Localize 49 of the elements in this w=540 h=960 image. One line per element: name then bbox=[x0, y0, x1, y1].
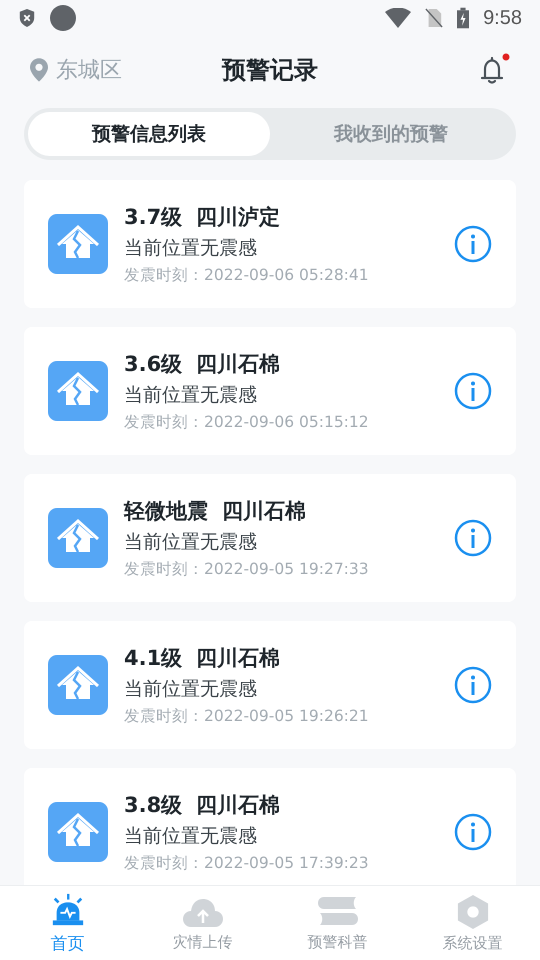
location-name: 四川石棉 bbox=[196, 644, 280, 672]
info-icon[interactable] bbox=[454, 519, 492, 557]
tab[interactable]: 预警信息列表 bbox=[28, 112, 270, 156]
cracked-house-icon bbox=[48, 361, 108, 421]
quake-time: 发震时刻：2022-09-05 19:26:21 bbox=[124, 706, 370, 726]
record-card[interactable]: 3.6级 四川石棉 当前位置无震感 发震时刻：2022-09-06 05:15:12 bbox=[24, 327, 516, 455]
quake-time: 发震时刻：2022-09-05 19:27:33 bbox=[124, 558, 370, 580]
no-sim-icon bbox=[425, 8, 444, 28]
magnitude-label: 3.6级 bbox=[124, 350, 182, 378]
status-time: 9:58 bbox=[483, 6, 522, 30]
info-icon[interactable] bbox=[454, 372, 492, 410]
record-card[interactable]: 轻微地震 四川石棉 当前位置无震感 发震时刻：2022-09-05 19:27:33 bbox=[24, 474, 516, 602]
magnitude-label: 3.7级 bbox=[124, 204, 182, 230]
location-name: 四川石棉 bbox=[196, 350, 280, 378]
record-card[interactable]: 3.7级 四川泸定 当前位置无震感 发震时刻：2022-09-06 05:28:41 bbox=[24, 180, 516, 308]
battery-icon bbox=[457, 7, 470, 29]
quake-time: 发震时刻：2022-09-06 05:28:41 bbox=[124, 264, 370, 286]
info-icon[interactable] bbox=[454, 666, 492, 704]
info-icon[interactable] bbox=[454, 225, 492, 263]
settings-icon bbox=[456, 894, 490, 930]
location-name: 四川石棉 bbox=[196, 792, 280, 818]
felt-status: 当前位置无震感 bbox=[124, 824, 258, 848]
record-card[interactable]: 3.8级 四川石棉 当前位置无震感 发震时刻：2022-09-05 17:39:23 bbox=[24, 768, 516, 885]
shield-icon bbox=[18, 8, 36, 28]
felt-status: 当前位置无震感 bbox=[124, 676, 258, 702]
location-name: 四川石棉 bbox=[222, 498, 306, 524]
felt-status: 当前位置无震感 bbox=[124, 236, 258, 260]
nav-label: 预警科普 bbox=[308, 932, 368, 952]
page-title: 预警记录 bbox=[222, 55, 318, 86]
nav-label: 系统设置 bbox=[442, 934, 502, 952]
nav-label: 首页 bbox=[50, 932, 84, 954]
felt-status: 当前位置无震感 bbox=[124, 530, 258, 554]
circle-icon bbox=[50, 5, 76, 31]
info-icon[interactable] bbox=[454, 813, 492, 851]
cracked-house-icon bbox=[48, 802, 108, 862]
cracked-house-icon bbox=[48, 508, 108, 568]
location-name: 四川泸定 bbox=[196, 204, 280, 230]
record-card[interactable]: 4.1级 四川石棉 当前位置无震感 发震时刻：2022-09-05 19:26:21 bbox=[24, 621, 516, 749]
cracked-house-icon bbox=[48, 655, 108, 715]
magnitude-label: 3.8级 bbox=[124, 792, 182, 818]
nav-label: 灾情上传 bbox=[172, 932, 232, 952]
magnitude-label: 轻微地震 bbox=[124, 498, 208, 524]
magnitude-label: 4.1级 bbox=[124, 644, 182, 672]
felt-status: 当前位置无震感 bbox=[124, 382, 258, 408]
wifi-icon bbox=[385, 8, 412, 28]
cracked-house-icon bbox=[48, 214, 108, 274]
location-pin-icon bbox=[30, 58, 48, 82]
quake-time: 发震时刻：2022-09-06 05:15:12 bbox=[124, 412, 370, 432]
quake-time: 发震时刻：2022-09-05 17:39:23 bbox=[124, 852, 370, 874]
